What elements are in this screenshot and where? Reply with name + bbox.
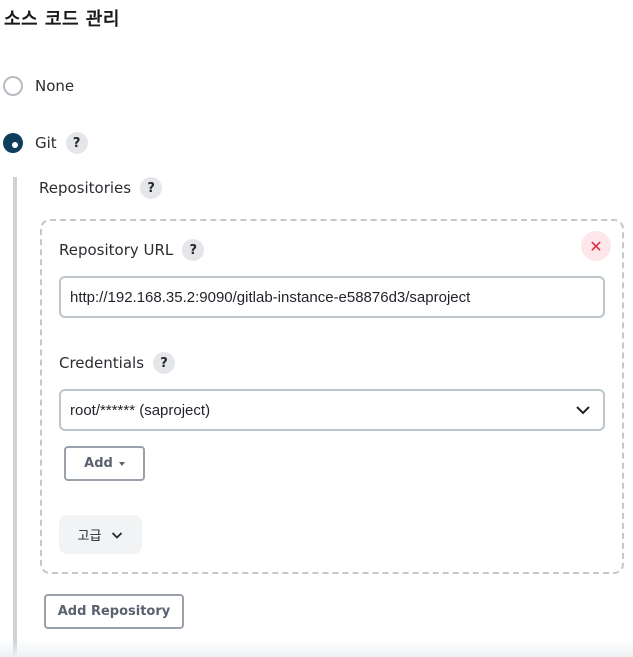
scm-option-none[interactable]: None xyxy=(3,76,74,96)
repositories-help-icon[interactable]: ? xyxy=(140,177,163,199)
add-repository-button[interactable]: Add Repository xyxy=(44,594,184,629)
credentials-help-icon[interactable]: ? xyxy=(153,352,176,374)
credentials-selected-value: root/****** (saproject) xyxy=(70,401,211,419)
radio-git[interactable] xyxy=(3,133,23,153)
scm-option-none-label: None xyxy=(35,77,75,95)
add-repository-label: Add Repository xyxy=(57,604,171,619)
close-icon: ✕ xyxy=(589,236,603,256)
repository-url-field[interactable] xyxy=(59,276,605,318)
repository-url-help-icon[interactable]: ? xyxy=(182,239,205,261)
credentials-header: Credentials ? xyxy=(59,352,176,374)
credentials-label: Credentials xyxy=(59,354,145,372)
bottom-divider-shadow xyxy=(0,640,633,657)
section-title: 소스 코드 관리 xyxy=(4,9,120,30)
radio-none[interactable] xyxy=(3,76,23,96)
scm-option-git[interactable]: Git ? xyxy=(3,132,88,154)
advanced-button[interactable]: 고급 xyxy=(59,515,142,554)
repository-url-header: Repository URL ? xyxy=(59,239,205,261)
git-help-icon[interactable]: ? xyxy=(65,132,88,154)
add-credentials-button[interactable]: Add xyxy=(64,446,145,481)
delete-repository-button[interactable]: ✕ xyxy=(581,231,611,261)
scm-option-git-label: Git xyxy=(35,134,57,152)
repositories-header: Repositories ? xyxy=(39,177,163,199)
credentials-select[interactable]: root/****** (saproject) xyxy=(59,389,605,431)
git-section-indent-line xyxy=(13,177,17,657)
repository-url-label: Repository URL xyxy=(59,241,174,259)
repositories-label: Repositories xyxy=(39,179,132,197)
advanced-label: 고급 xyxy=(77,529,102,544)
add-credentials-label: Add xyxy=(84,456,113,471)
chevron-down-icon xyxy=(112,531,123,539)
repository-url-input[interactable] xyxy=(70,288,594,306)
caret-down-icon xyxy=(118,461,125,466)
chevron-down-icon xyxy=(576,406,590,415)
